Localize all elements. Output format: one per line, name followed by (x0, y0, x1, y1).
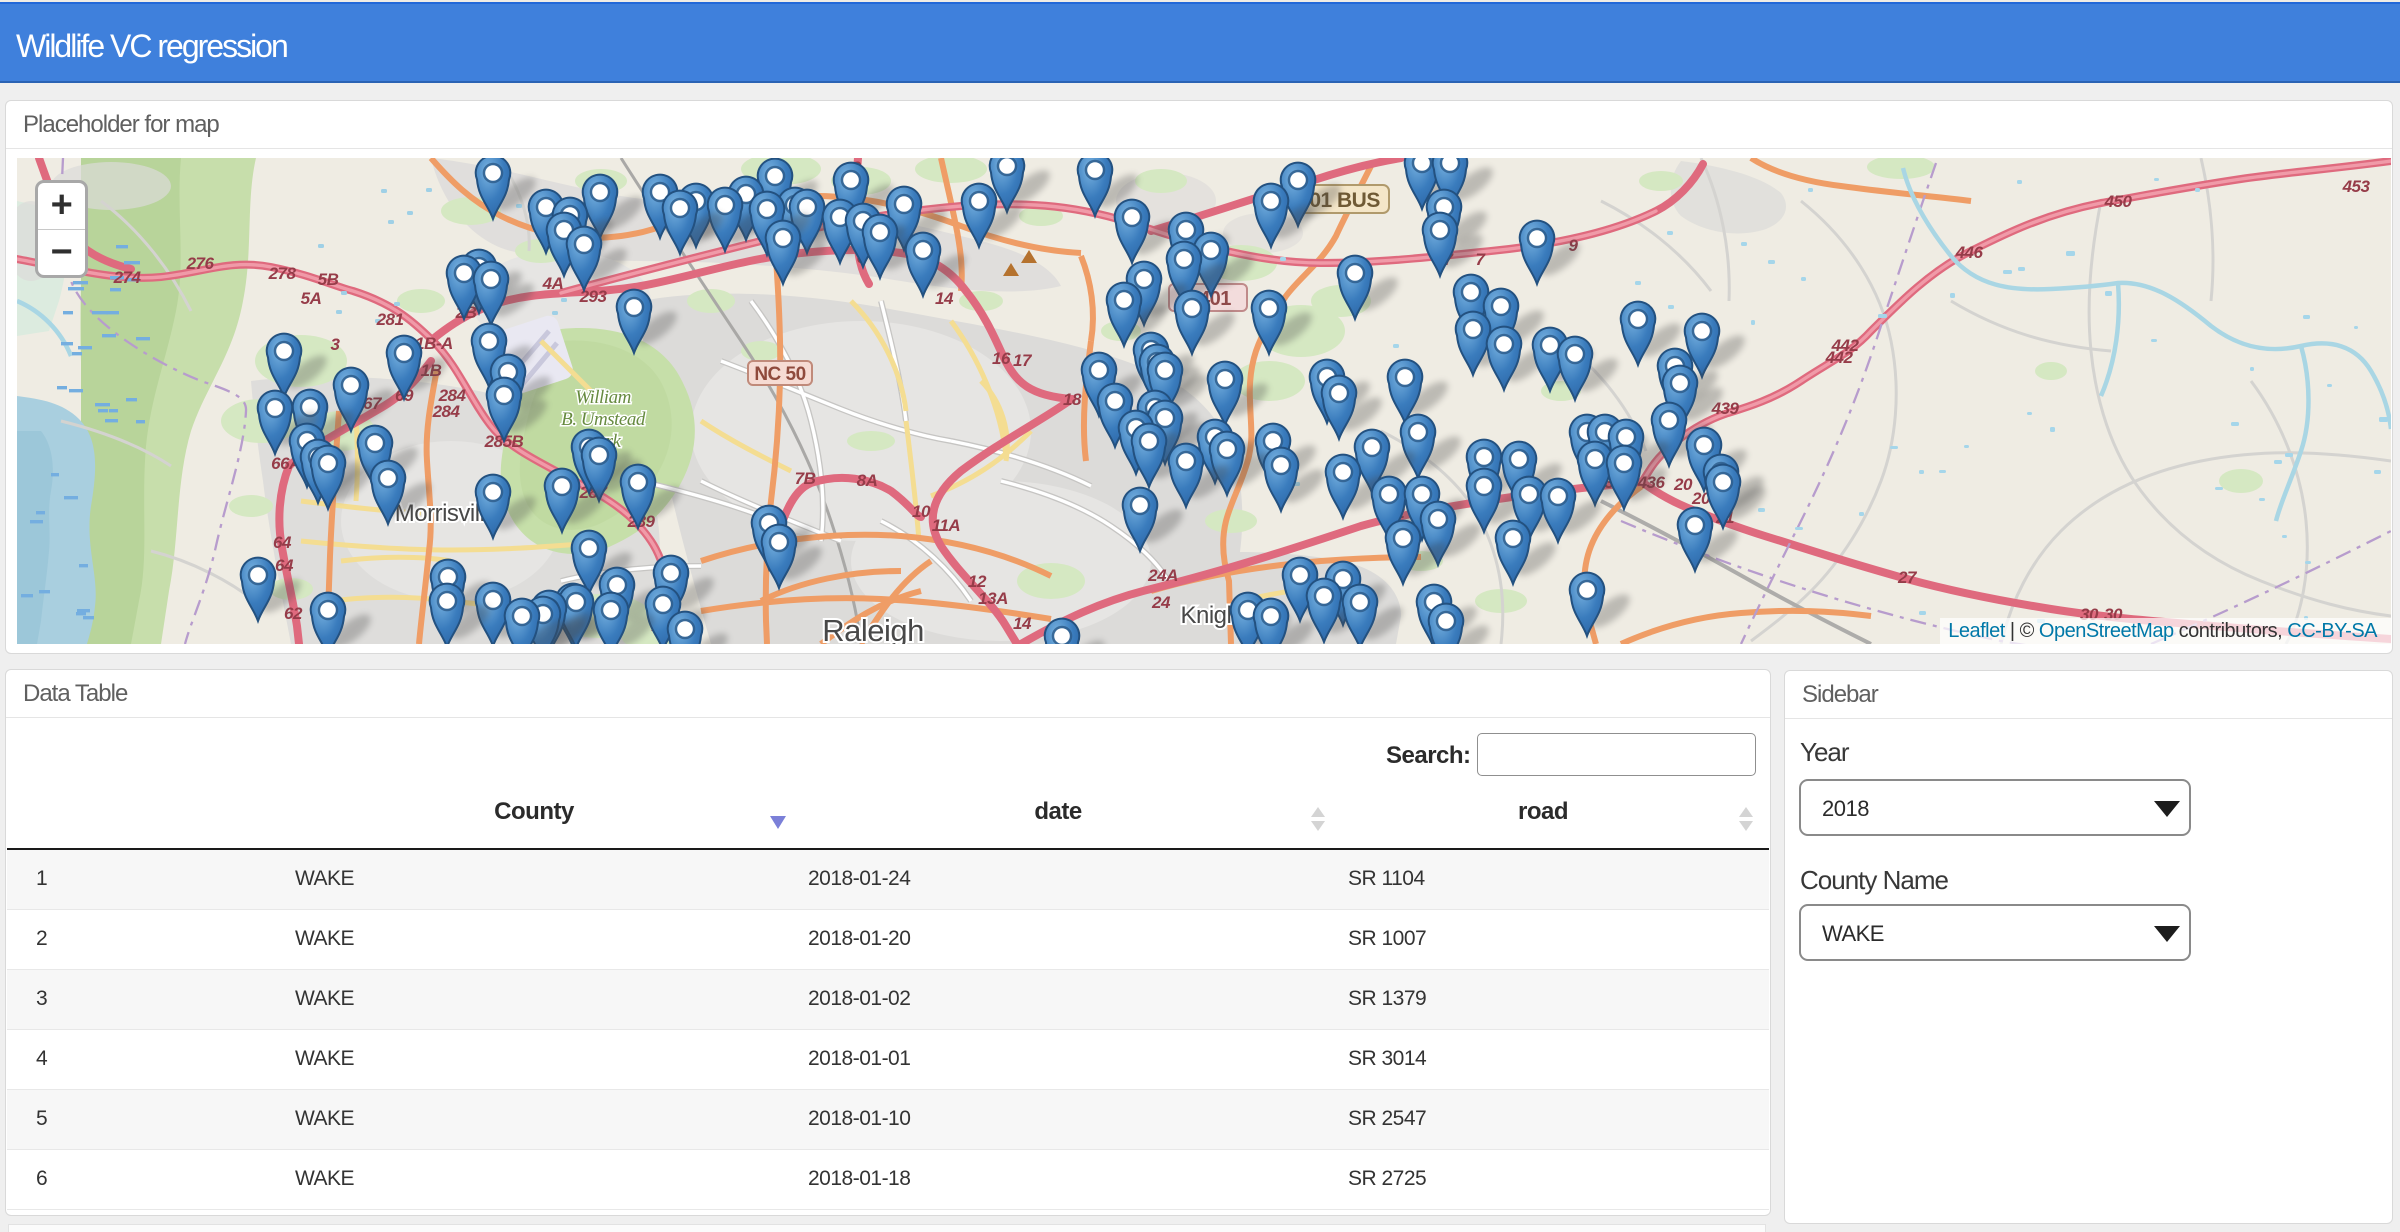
svg-text:William: William (575, 387, 631, 408)
svg-text:16: 16 (992, 349, 1011, 368)
svg-text:5A: 5A (301, 289, 322, 308)
svg-text:11A: 11A (932, 516, 961, 535)
svg-text:14: 14 (935, 289, 954, 308)
svg-text:64: 64 (273, 533, 292, 552)
svg-text:62: 62 (284, 604, 303, 623)
svg-text:18: 18 (1063, 390, 1082, 409)
svg-text:442: 442 (1825, 348, 1854, 367)
svg-text:450: 450 (2104, 192, 2133, 211)
svg-text:17: 17 (1013, 351, 1033, 370)
svg-text:7B: 7B (795, 469, 816, 488)
svg-text:24: 24 (1151, 593, 1171, 612)
svg-text:276: 276 (186, 254, 215, 273)
svg-text:278: 278 (268, 264, 297, 283)
svg-text:281: 281 (376, 310, 404, 329)
svg-text:453: 453 (2342, 177, 2371, 196)
svg-text:20: 20 (1673, 475, 1693, 494)
svg-text:14: 14 (1013, 614, 1032, 633)
svg-text:10: 10 (912, 502, 931, 521)
svg-text:274: 274 (113, 268, 142, 287)
svg-text:B. Umstead: B. Umstead (561, 409, 646, 430)
svg-text:27: 27 (1897, 568, 1918, 587)
svg-text:8A: 8A (857, 471, 878, 490)
svg-text:13A: 13A (978, 589, 1008, 608)
svg-text:Raleigh: Raleigh (822, 613, 924, 644)
svg-text:284: 284 (432, 402, 461, 421)
svg-text:446: 446 (1955, 243, 1984, 262)
svg-text:24A: 24A (1147, 566, 1178, 585)
svg-text:5B: 5B (318, 270, 339, 289)
svg-text:4A: 4A (542, 274, 564, 293)
svg-text:3: 3 (331, 335, 341, 354)
svg-text:64: 64 (275, 556, 294, 575)
svg-text:NC 50: NC 50 (754, 364, 805, 385)
